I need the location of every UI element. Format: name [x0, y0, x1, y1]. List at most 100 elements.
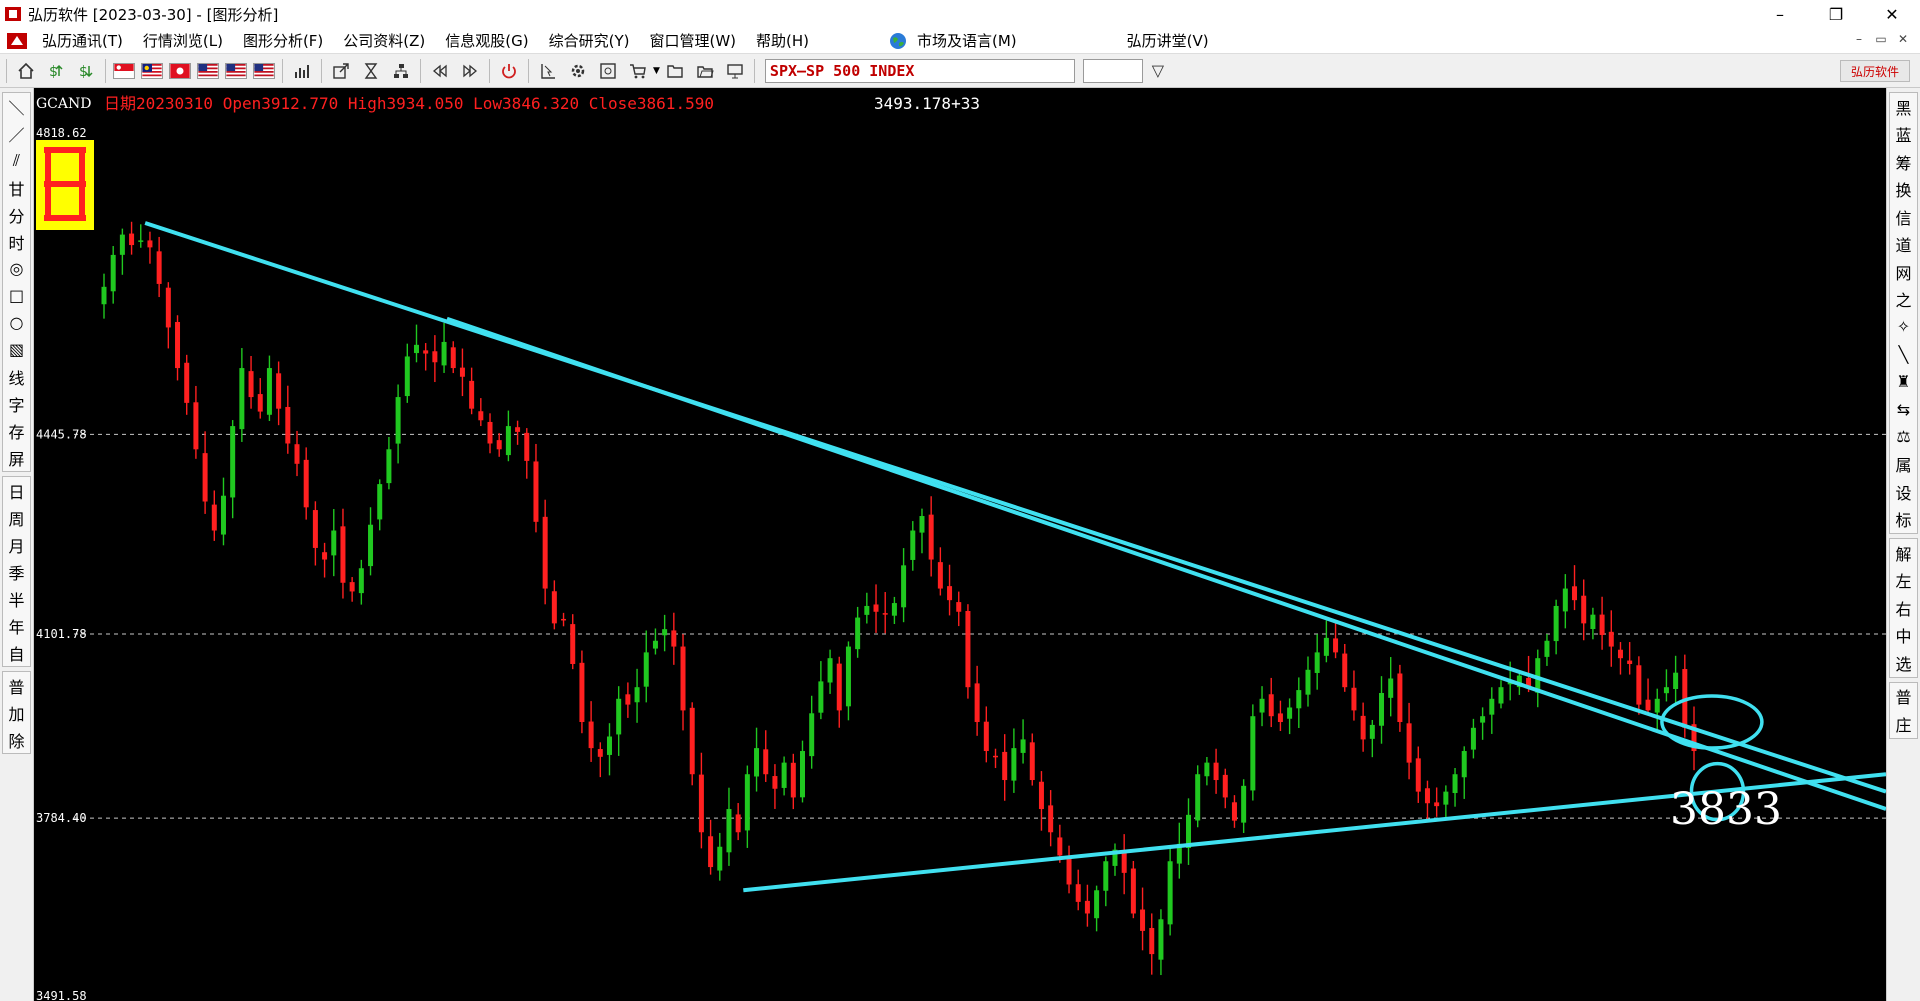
- fast-forward-icon[interactable]: [457, 58, 483, 84]
- drawing-tool-13[interactable]: 屏: [3, 444, 30, 471]
- menu-market-language[interactable]: 市场及语言(M): [907, 30, 1027, 51]
- right-tool-a-15[interactable]: 标: [1890, 506, 1917, 534]
- cursor-chart-icon[interactable]: [535, 58, 561, 84]
- flag-usa-2-icon[interactable]: [225, 62, 247, 79]
- flag-usa-3-icon[interactable]: [253, 62, 275, 79]
- dollar-up-icon[interactable]: $: [43, 58, 69, 84]
- candle-body: [496, 440, 502, 450]
- drawing-tool-6[interactable]: ◎: [3, 255, 30, 282]
- hourglass-icon[interactable]: [358, 58, 384, 84]
- right-tool-a-6[interactable]: 网: [1890, 258, 1917, 286]
- mdi-restore-button[interactable]: ▭: [1872, 32, 1890, 46]
- right-tool-b-3[interactable]: 中: [1890, 622, 1917, 650]
- candle-body: [524, 432, 530, 461]
- power-icon[interactable]: [496, 58, 522, 84]
- right-tool-b-0[interactable]: 解: [1890, 539, 1917, 567]
- period-tool-0[interactable]: 日: [3, 477, 30, 504]
- gear-icon[interactable]: [565, 58, 591, 84]
- drawing-tool-1[interactable]: ／: [3, 120, 30, 147]
- rewind-icon[interactable]: [427, 58, 453, 84]
- flag-usa-icon[interactable]: [197, 62, 219, 79]
- candle-body: [956, 602, 962, 612]
- right-tool-a-0[interactable]: 黑: [1890, 93, 1917, 121]
- mode-tool-0[interactable]: 普: [3, 672, 30, 699]
- close-button[interactable]: ✕: [1864, 0, 1920, 28]
- network-icon[interactable]: [388, 58, 414, 84]
- right-tool-a-5[interactable]: 道: [1890, 231, 1917, 259]
- period-tool-3[interactable]: 季: [3, 558, 30, 585]
- menu-help[interactable]: 帮助(H): [746, 30, 819, 51]
- right-tool-a-9[interactable]: ╲: [1890, 341, 1917, 369]
- symbol-input[interactable]: SPX—SP 500 INDEX: [764, 58, 1075, 83]
- period-tool-1[interactable]: 周: [3, 504, 30, 531]
- drawing-tool-2[interactable]: ⫽: [3, 147, 30, 174]
- restore-button[interactable]: ❐: [1808, 0, 1864, 28]
- right-tool-a-2[interactable]: 筹: [1890, 148, 1917, 176]
- mode-tool-2[interactable]: 除: [3, 726, 30, 753]
- mode-tool-1[interactable]: 加: [3, 699, 30, 726]
- menu-window[interactable]: 窗口管理(W): [639, 30, 746, 51]
- frame-icon[interactable]: [595, 58, 621, 84]
- drawing-tool-5[interactable]: 时: [3, 228, 30, 255]
- candle-body: [1222, 774, 1228, 798]
- menu-company-info[interactable]: 公司资料(Z): [333, 30, 435, 51]
- menu-chart-analysis[interactable]: 图形分析(F): [233, 30, 333, 51]
- drawing-tool-11[interactable]: 字: [3, 390, 30, 417]
- candle-layer: [101, 221, 1697, 976]
- drawing-tool-12[interactable]: 存: [3, 417, 30, 444]
- drawing-tool-3[interactable]: 甘: [3, 174, 30, 201]
- flag-hongkong-icon[interactable]: [169, 62, 191, 79]
- right-tool-b-4[interactable]: 选: [1890, 649, 1917, 677]
- mdi-close-button[interactable]: ✕: [1894, 32, 1912, 46]
- menu-communication[interactable]: 弘历通讯(T): [32, 30, 133, 51]
- home-icon[interactable]: [13, 58, 39, 84]
- period-tool-2[interactable]: 月: [3, 531, 30, 558]
- menu-info-stocks[interactable]: 信息观股(G): [435, 30, 538, 51]
- cart-icon[interactable]: [625, 58, 651, 84]
- menu-research[interactable]: 综合研究(Y): [539, 30, 640, 51]
- candle-body: [505, 426, 511, 456]
- monitor-icon[interactable]: [722, 58, 748, 84]
- chart-area[interactable]: 4818.62 4445.78 4101.78 3784.40 3491.58 GCAN…: [34, 88, 1886, 1001]
- minimize-button[interactable]: –: [1752, 0, 1808, 28]
- drawing-tool-9[interactable]: ▧: [3, 336, 30, 363]
- filter-dropdown-icon[interactable]: ▽: [1145, 58, 1171, 84]
- right-tool-a-4[interactable]: 信: [1890, 203, 1917, 231]
- right-tool-a-14[interactable]: 设: [1890, 478, 1917, 506]
- folder-icon[interactable]: [692, 58, 718, 84]
- dollar-down-icon[interactable]: $: [73, 58, 99, 84]
- right-toolbar: 黑蓝筹换信道网之 ✧ ╲ ♜ ⇆ ⚖ 属设标 解左右中选 普庄: [1886, 88, 1920, 1001]
- drawing-tool-0[interactable]: ＼: [3, 93, 30, 120]
- flag-singapore-icon[interactable]: [113, 62, 135, 79]
- flag-malaysia-icon[interactable]: [141, 62, 163, 79]
- drawing-tool-7[interactable]: □: [3, 282, 30, 309]
- right-tool-c-1[interactable]: 庄: [1890, 710, 1917, 738]
- right-tool-a-13[interactable]: 属: [1890, 451, 1917, 479]
- period-input[interactable]: [1082, 58, 1143, 83]
- period-tool-4[interactable]: 半: [3, 585, 30, 612]
- right-tool-b-1[interactable]: 左: [1890, 567, 1917, 595]
- mdi-minimize-button[interactable]: –: [1850, 32, 1868, 46]
- right-tool-a-8[interactable]: ✧: [1890, 313, 1917, 341]
- drawing-tool-8[interactable]: ○: [3, 309, 30, 336]
- export-icon[interactable]: [328, 58, 354, 84]
- right-tool-a-10[interactable]: ♜: [1890, 368, 1917, 396]
- open-folder-icon[interactable]: [662, 58, 688, 84]
- right-tool-a-12[interactable]: ⚖: [1890, 423, 1917, 451]
- period-tool-5[interactable]: 年: [3, 612, 30, 639]
- left-toolbar: ＼ ／ ⫽ 甘分时 ◎ □ ○ ▧ 线字存屏 日周月季半年自 普加除: [0, 88, 34, 1001]
- bar-chart-icon[interactable]: [289, 58, 315, 84]
- right-tool-a-11[interactable]: ⇆: [1890, 396, 1917, 424]
- right-tool-a-3[interactable]: 换: [1890, 176, 1917, 204]
- right-tool-c-0[interactable]: 普: [1890, 683, 1917, 711]
- menu-market-browse[interactable]: 行情浏览(L): [133, 30, 233, 51]
- drawing-tool-10[interactable]: 线: [3, 363, 30, 390]
- drawing-tool-4[interactable]: 分: [3, 201, 30, 228]
- right-tool-a-1[interactable]: 蓝: [1890, 121, 1917, 149]
- candlestick-chart[interactable]: 4818.62 4445.78 4101.78 3784.40 3491.58 GCAN…: [34, 88, 1886, 1001]
- period-tool-6[interactable]: 自: [3, 639, 30, 666]
- candle-body: [1434, 802, 1440, 807]
- right-tool-b-2[interactable]: 右: [1890, 594, 1917, 622]
- right-tool-a-7[interactable]: 之: [1890, 286, 1917, 314]
- menu-lecture[interactable]: 弘历讲堂(V): [1117, 30, 1219, 51]
